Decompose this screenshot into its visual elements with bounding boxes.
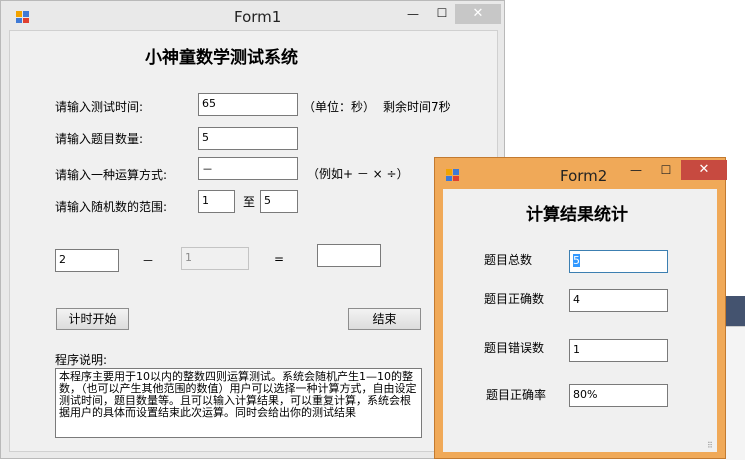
correct-field[interactable]: 4 — [569, 289, 668, 312]
form2-title: Form2 — [560, 167, 608, 185]
minimize-button[interactable]: — — [397, 5, 429, 23]
form1-titlebar[interactable]: Form1 — ☐ ✕ — [1, 1, 504, 31]
close-button[interactable]: ✕ — [681, 160, 727, 180]
rate-label: 题目正确率 — [486, 388, 547, 402]
form2-titlebar[interactable]: Form2 — ☐ ✕ — [435, 158, 727, 188]
form1-client: 小神童数学测试系统 请输入测试时间: 65 （单位：秒） 剩余时间7秒 请输入题… — [9, 30, 498, 452]
background-window-edge — [726, 296, 745, 326]
question-count-label: 请输入题目数量: — [55, 132, 144, 146]
resize-grip[interactable]: ⠿ — [707, 442, 715, 450]
operand1-field[interactable]: 2 — [55, 249, 119, 272]
range-to-input[interactable]: 5 — [260, 190, 298, 213]
total-field[interactable]: 5 — [569, 250, 668, 273]
range-to-label: 至 — [243, 195, 256, 209]
description-textarea[interactable]: 本程序主要用于10以内的整数四则运算测试。系统会随机产生1—10的整数，（也可以… — [55, 368, 422, 438]
operator-example-label: （例如+ － × ÷） — [307, 167, 409, 181]
app-icon — [446, 169, 460, 181]
maximize-button[interactable]: ☐ — [426, 4, 458, 22]
range-from-input[interactable]: 1 — [198, 190, 235, 213]
wrong-label: 题目错误数 — [484, 341, 545, 355]
operator-label: 请输入一种运算方式: — [55, 168, 168, 182]
test-time-label: 请输入测试时间: — [55, 100, 144, 114]
start-timer-button[interactable]: 计时开始 — [56, 308, 129, 330]
equals-label: = — [274, 252, 285, 266]
end-button[interactable]: 结束 — [348, 308, 421, 330]
correct-label: 题目正确数 — [484, 292, 545, 306]
form2-window: Form2 — ☐ ✕ 计算结果统计 题目总数 5 题目正确数 4 题目错误数 … — [434, 157, 727, 459]
form1-title: Form1 — [234, 8, 282, 26]
total-label: 题目总数 — [484, 253, 533, 267]
maximize-button[interactable]: ☐ — [650, 161, 682, 179]
notes-title-label: 程序说明: — [55, 353, 108, 367]
app-icon — [16, 11, 30, 23]
stats-heading: 计算结果统计 — [526, 205, 628, 225]
range-label: 请输入随机数的范围: — [55, 200, 168, 214]
rate-field[interactable]: 80% — [569, 384, 668, 407]
operator-display: － — [142, 254, 155, 268]
answer-input[interactable] — [317, 244, 381, 267]
close-button[interactable]: ✕ — [455, 4, 501, 24]
test-time-input[interactable]: 65 — [198, 93, 298, 116]
question-count-input[interactable]: 5 — [198, 127, 298, 150]
form1-window: Form1 — ☐ ✕ 小神童数学测试系统 请输入测试时间: 65 （单位：秒）… — [0, 0, 505, 459]
operand2-field: 1 — [181, 247, 249, 270]
unit-label: （单位：秒） — [303, 100, 376, 114]
minimize-button[interactable]: — — [620, 161, 652, 179]
operator-input[interactable]: － — [198, 157, 298, 180]
total-value: 5 — [573, 254, 580, 267]
wrong-field[interactable]: 1 — [569, 339, 668, 362]
form2-client: 计算结果统计 题目总数 5 题目正确数 4 题目错误数 1 题目正确率 80% … — [443, 189, 717, 452]
page-title: 小神童数学测试系统 — [145, 48, 298, 68]
remaining-time-label: 剩余时间7秒 — [383, 100, 451, 114]
background-window-strip — [726, 326, 745, 460]
